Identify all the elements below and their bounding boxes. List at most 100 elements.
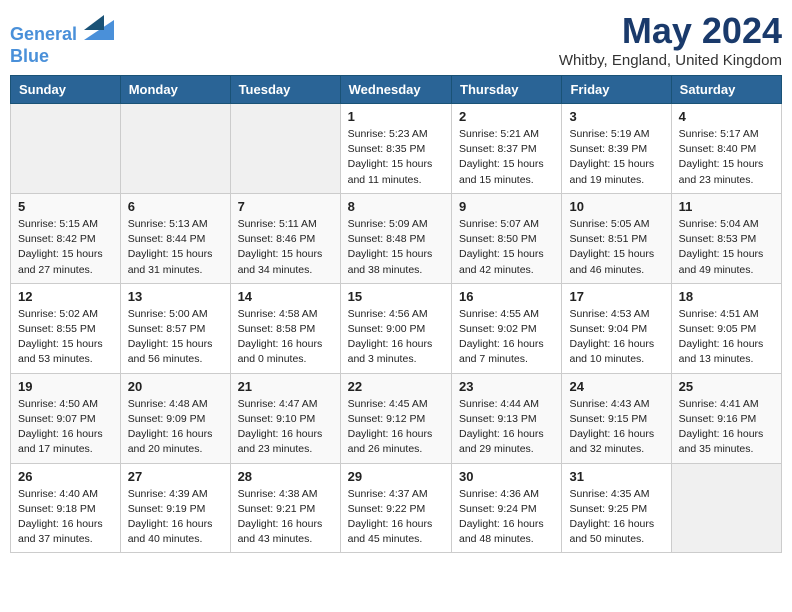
- day-number: 11: [679, 199, 774, 214]
- logo-general: General: [10, 24, 77, 44]
- page-header: General Blue May 2024 Whitby, England, U…: [10, 10, 782, 69]
- day-number: 27: [128, 469, 223, 484]
- day-info: Sunrise: 5:04 AMSunset: 8:53 PMDaylight:…: [679, 217, 774, 278]
- day-number: 1: [348, 109, 444, 124]
- day-info: Sunrise: 4:48 AMSunset: 9:09 PMDaylight:…: [128, 397, 223, 458]
- day-cell: 17 Sunrise: 4:53 AMSunset: 9:04 PMDayligh…: [562, 283, 671, 373]
- logo-text: General: [10, 10, 114, 46]
- col-header-wednesday: Wednesday: [340, 76, 451, 104]
- col-header-sunday: Sunday: [11, 76, 121, 104]
- day-cell: 7 Sunrise: 5:11 AMSunset: 8:46 PMDaylight…: [230, 193, 340, 283]
- day-info: Sunrise: 5:15 AMSunset: 8:42 PMDaylight:…: [18, 217, 113, 278]
- day-info: Sunrise: 4:45 AMSunset: 9:12 PMDaylight:…: [348, 397, 444, 458]
- day-cell: 20 Sunrise: 4:48 AMSunset: 9:09 PMDayligh…: [120, 373, 230, 463]
- day-info: Sunrise: 4:55 AMSunset: 9:02 PMDaylight:…: [459, 307, 554, 368]
- col-header-monday: Monday: [120, 76, 230, 104]
- day-cell: 28Sunrise: 4:38 AMSunset: 9:21 PMDayligh…: [230, 463, 340, 553]
- week-row-4: 19Sunrise: 4:50 AMSunset: 9:07 PMDayligh…: [11, 373, 782, 463]
- day-cell: 12 Sunrise: 5:02 AMSunset: 8:55 PMDayligh…: [11, 283, 121, 373]
- day-info: Sunrise: 4:50 AMSunset: 9:07 PMDaylight:…: [18, 397, 113, 458]
- day-cell: 21 Sunrise: 4:47 AMSunset: 9:10 PMDayligh…: [230, 373, 340, 463]
- day-cell: 13 Sunrise: 5:00 AMSunset: 8:57 PMDayligh…: [120, 283, 230, 373]
- day-number: 9: [459, 199, 554, 214]
- day-cell: 3 Sunrise: 5:19 AMSunset: 8:39 PMDaylight…: [562, 104, 671, 194]
- day-number: 30: [459, 469, 554, 484]
- day-cell: 22 Sunrise: 4:45 AMSunset: 9:12 PMDayligh…: [340, 373, 451, 463]
- day-number: 14: [238, 289, 333, 304]
- day-cell: 19Sunrise: 4:50 AMSunset: 9:07 PMDayligh…: [11, 373, 121, 463]
- day-number: 8: [348, 199, 444, 214]
- calendar-header-row: SundayMondayTuesdayWednesdayThursdayFrid…: [11, 76, 782, 104]
- day-number: 24: [569, 379, 663, 394]
- day-info: Sunrise: 5:13 AMSunset: 8:44 PMDaylight:…: [128, 217, 223, 278]
- day-number: 22: [348, 379, 444, 394]
- day-number: 18: [679, 289, 774, 304]
- day-info: Sunrise: 5:17 AMSunset: 8:40 PMDaylight:…: [679, 127, 774, 188]
- day-info: Sunrise: 4:36 AMSunset: 9:24 PMDaylight:…: [459, 487, 554, 548]
- calendar-table: SundayMondayTuesdayWednesdayThursdayFrid…: [10, 75, 782, 553]
- day-cell: 4 Sunrise: 5:17 AMSunset: 8:40 PMDaylight…: [671, 104, 781, 194]
- day-info: Sunrise: 5:09 AMSunset: 8:48 PMDaylight:…: [348, 217, 444, 278]
- day-cell: [11, 104, 121, 194]
- day-cell: 15Sunrise: 4:56 AMSunset: 9:00 PMDayligh…: [340, 283, 451, 373]
- logo-blue: Blue: [10, 46, 114, 68]
- col-header-thursday: Thursday: [452, 76, 562, 104]
- day-cell: 31Sunrise: 4:35 AMSunset: 9:25 PMDayligh…: [562, 463, 671, 553]
- col-header-tuesday: Tuesday: [230, 76, 340, 104]
- day-info: Sunrise: 4:40 AMSunset: 9:18 PMDaylight:…: [18, 487, 113, 548]
- location-subtitle: Whitby, England, United Kingdom: [559, 52, 782, 69]
- day-cell: 27 Sunrise: 4:39 AMSunset: 9:19 PMDayligh…: [120, 463, 230, 553]
- day-cell: 14 Sunrise: 4:58 AMSunset: 8:58 PMDayligh…: [230, 283, 340, 373]
- day-number: 4: [679, 109, 774, 124]
- title-section: May 2024 Whitby, England, United Kingdom: [559, 10, 782, 69]
- day-cell: [120, 104, 230, 194]
- day-cell: 10 Sunrise: 5:05 AMSunset: 8:51 PMDayligh…: [562, 193, 671, 283]
- day-info: Sunrise: 5:19 AMSunset: 8:39 PMDaylight:…: [569, 127, 663, 188]
- day-info: Sunrise: 4:58 AMSunset: 8:58 PMDaylight:…: [238, 307, 333, 368]
- day-cell: 25Sunrise: 4:41 AMSunset: 9:16 PMDayligh…: [671, 373, 781, 463]
- day-number: 13: [128, 289, 223, 304]
- day-cell: [671, 463, 781, 553]
- week-row-5: 26Sunrise: 4:40 AMSunset: 9:18 PMDayligh…: [11, 463, 782, 553]
- day-number: 3: [569, 109, 663, 124]
- day-cell: 16 Sunrise: 4:55 AMSunset: 9:02 PMDayligh…: [452, 283, 562, 373]
- day-info: Sunrise: 5:02 AMSunset: 8:55 PMDaylight:…: [18, 307, 113, 368]
- week-row-1: 1Sunrise: 5:23 AMSunset: 8:35 PMDaylight…: [11, 104, 782, 194]
- day-info: Sunrise: 4:35 AMSunset: 9:25 PMDaylight:…: [569, 487, 663, 548]
- day-cell: 30 Sunrise: 4:36 AMSunset: 9:24 PMDayligh…: [452, 463, 562, 553]
- day-cell: 2Sunrise: 5:21 AMSunset: 8:37 PMDaylight…: [452, 104, 562, 194]
- day-number: 16: [459, 289, 554, 304]
- day-number: 10: [569, 199, 663, 214]
- day-cell: 6Sunrise: 5:13 AMSunset: 8:44 PMDaylight…: [120, 193, 230, 283]
- logo: General Blue: [10, 10, 114, 67]
- day-info: Sunrise: 5:07 AMSunset: 8:50 PMDaylight:…: [459, 217, 554, 278]
- week-row-2: 5 Sunrise: 5:15 AMSunset: 8:42 PMDaylight…: [11, 193, 782, 283]
- day-number: 21: [238, 379, 333, 394]
- week-row-3: 12 Sunrise: 5:02 AMSunset: 8:55 PMDayligh…: [11, 283, 782, 373]
- day-number: 17: [569, 289, 663, 304]
- day-cell: 23Sunrise: 4:44 AMSunset: 9:13 PMDayligh…: [452, 373, 562, 463]
- day-info: Sunrise: 5:05 AMSunset: 8:51 PMDaylight:…: [569, 217, 663, 278]
- day-number: 12: [18, 289, 113, 304]
- day-info: Sunrise: 4:53 AMSunset: 9:04 PMDaylight:…: [569, 307, 663, 368]
- day-cell: 8 Sunrise: 5:09 AMSunset: 8:48 PMDaylight…: [340, 193, 451, 283]
- day-cell: 5 Sunrise: 5:15 AMSunset: 8:42 PMDaylight…: [11, 193, 121, 283]
- day-cell: 24 Sunrise: 4:43 AMSunset: 9:15 PMDayligh…: [562, 373, 671, 463]
- day-info: Sunrise: 4:43 AMSunset: 9:15 PMDaylight:…: [569, 397, 663, 458]
- day-info: Sunrise: 5:11 AMSunset: 8:46 PMDaylight:…: [238, 217, 333, 278]
- day-info: Sunrise: 4:47 AMSunset: 9:10 PMDaylight:…: [238, 397, 333, 458]
- day-info: Sunrise: 4:37 AMSunset: 9:22 PMDaylight:…: [348, 487, 444, 548]
- day-info: Sunrise: 4:51 AMSunset: 9:05 PMDaylight:…: [679, 307, 774, 368]
- day-cell: 18 Sunrise: 4:51 AMSunset: 9:05 PMDayligh…: [671, 283, 781, 373]
- day-number: 2: [459, 109, 554, 124]
- day-cell: 29Sunrise: 4:37 AMSunset: 9:22 PMDayligh…: [340, 463, 451, 553]
- day-number: 15: [348, 289, 444, 304]
- day-number: 25: [679, 379, 774, 394]
- day-info: Sunrise: 5:00 AMSunset: 8:57 PMDaylight:…: [128, 307, 223, 368]
- day-info: Sunrise: 4:44 AMSunset: 9:13 PMDaylight:…: [459, 397, 554, 458]
- day-number: 5: [18, 199, 113, 214]
- day-info: Sunrise: 4:39 AMSunset: 9:19 PMDaylight:…: [128, 487, 223, 548]
- day-number: 7: [238, 199, 333, 214]
- day-number: 20: [128, 379, 223, 394]
- col-header-saturday: Saturday: [671, 76, 781, 104]
